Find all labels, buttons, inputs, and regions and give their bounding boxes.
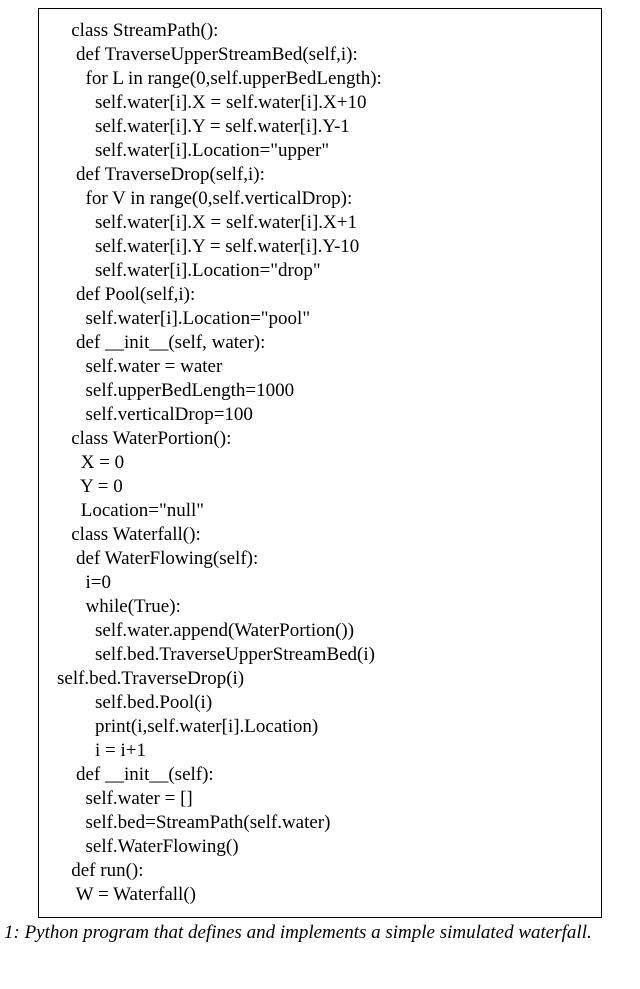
code-line: Y = 0 xyxy=(57,475,583,499)
page: class StreamPath(): def TraverseUpperStr… xyxy=(0,8,640,944)
code-line: self.WaterFlowing() xyxy=(57,835,583,859)
code-line: print(i,self.water[i].Location) xyxy=(57,715,583,739)
code-line: def WaterFlowing(self): xyxy=(57,547,583,571)
code-line: W = Waterfall() xyxy=(57,883,583,907)
code-line: class Waterfall(): xyxy=(57,523,583,547)
code-line: self.water[i].Location="upper" xyxy=(57,139,583,163)
code-line: def run(): xyxy=(57,859,583,883)
code-line: i=0 xyxy=(57,571,583,595)
code-line: class StreamPath(): xyxy=(57,19,583,43)
code-line: self.water[i].X = self.water[i].X+10 xyxy=(57,91,583,115)
code-line: self.upperBedLength=1000 xyxy=(57,379,583,403)
code-line: self.water[i].X = self.water[i].X+1 xyxy=(57,211,583,235)
code-line: while(True): xyxy=(57,595,583,619)
code-line: self.verticalDrop=100 xyxy=(57,403,583,427)
code-line: def TraverseDrop(self,i): xyxy=(57,163,583,187)
code-line: i = i+1 xyxy=(57,739,583,763)
code-line: self.bed.TraverseUpperStreamBed(i) xyxy=(57,643,583,667)
code-line: def Pool(self,i): xyxy=(57,283,583,307)
code-line: Location="null" xyxy=(57,499,583,523)
code-line: self.water = water xyxy=(57,355,583,379)
code-listing-box: class StreamPath(): def TraverseUpperStr… xyxy=(38,8,602,918)
code-line: self.bed.Pool(i) xyxy=(57,691,583,715)
figure-caption: 1: Python program that defines and imple… xyxy=(4,922,640,944)
code-line: self.water[i].Location="drop" xyxy=(57,259,583,283)
code-line: self.water[i].Y = self.water[i].Y-10 xyxy=(57,235,583,259)
code-line: def __init__(self): xyxy=(57,763,583,787)
code-line: self.water[i].Y = self.water[i].Y-1 xyxy=(57,115,583,139)
code-line: class WaterPortion(): xyxy=(57,427,583,451)
code-line: def TraverseUpperStreamBed(self,i): xyxy=(57,43,583,67)
code-line: self.water[i].Location="pool" xyxy=(57,307,583,331)
code-line: for L in range(0,self.upperBedLength): xyxy=(57,67,583,91)
code-line: self.bed=StreamPath(self.water) xyxy=(57,811,583,835)
code-line: self.water = [] xyxy=(57,787,583,811)
code-line: for V in range(0,self.verticalDrop): xyxy=(57,187,583,211)
code-line: X = 0 xyxy=(57,451,583,475)
code-line: def __init__(self, water): xyxy=(57,331,583,355)
code-line: self.bed.TraverseDrop(i) xyxy=(57,667,583,691)
code-line: self.water.append(WaterPortion()) xyxy=(57,619,583,643)
